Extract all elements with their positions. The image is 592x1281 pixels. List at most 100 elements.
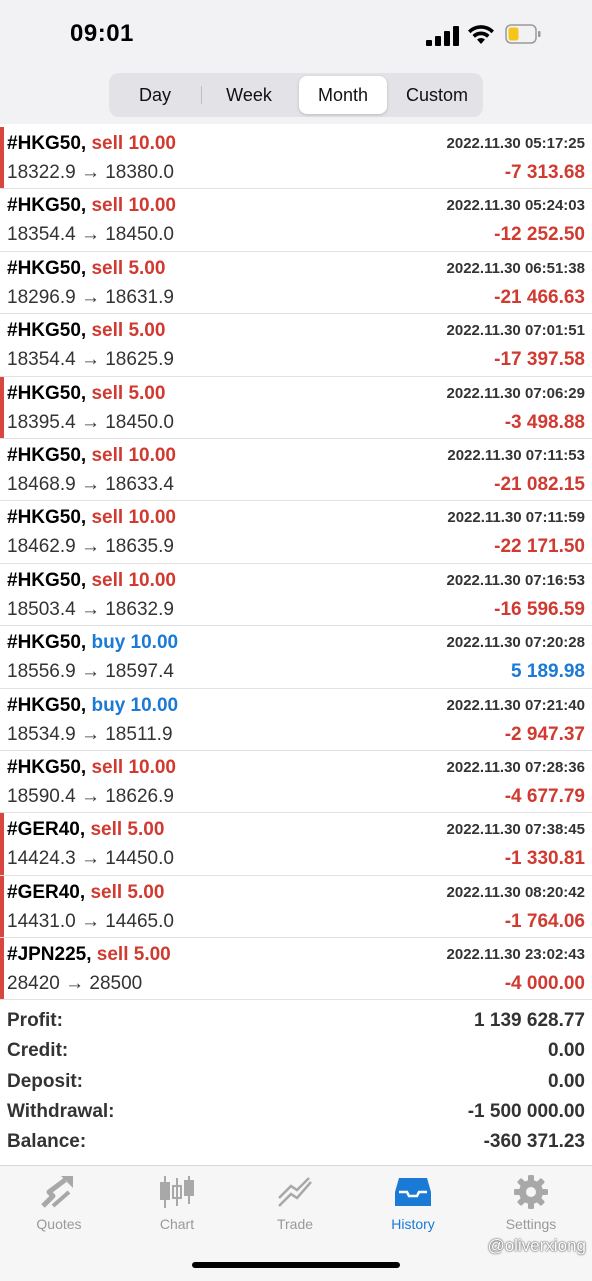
trade-symbol: #GER40, sell 5.00 (7, 819, 164, 841)
summary-label: Deposit: (7, 1070, 83, 1092)
symbol-label: #HKG50, (7, 257, 87, 279)
trade-prices: 18354.4 → 18625.9 (7, 349, 174, 371)
trade-prices: 18322.9 → 18380.0 (7, 162, 174, 183)
trade-profit: 5 189.98 (511, 661, 585, 683)
battery-icon (505, 24, 541, 44)
tab-week[interactable]: Week (205, 76, 293, 114)
period-selector-bar: Day Week Month Custom (0, 70, 592, 124)
symbol-label: #HKG50, (7, 133, 87, 154)
trade-symbol: #GER40, sell 5.00 (7, 882, 164, 904)
trade-datetime: 2022.11.30 08:20:42 (446, 883, 585, 901)
tab-month[interactable]: Month (299, 76, 387, 114)
trade-profit: -16 596.59 (494, 598, 585, 620)
trade-side: sell 10.00 (91, 444, 177, 466)
trade-datetime: 2022.11.30 07:28:36 (446, 758, 585, 776)
trade-side: sell 5.00 (91, 257, 166, 279)
wifi-icon (468, 25, 494, 44)
trade-row[interactable]: #HKG50, sell 10.00 2022.11.30 07:11:59 184… (0, 501, 592, 564)
trade-row[interactable]: #GER40, sell 5.00 2022.11.30 07:38:45 1442… (0, 813, 592, 876)
segment-divider (201, 86, 202, 104)
trade-row[interactable]: #HKG50, sell 10.00 2022.11.30 07:28:36 185… (0, 750, 592, 814)
trade-row[interactable]: #GER40, sell 5.00 2022.11.30 08:20:42 1443… (0, 875, 592, 939)
tab-custom[interactable]: Custom (393, 76, 481, 114)
trade-symbol: #HKG50, sell 10.00 (7, 757, 176, 779)
tab-settings-label: Settings (505, 1216, 557, 1232)
trade-profit: -2 947.37 (504, 723, 585, 745)
trade-datetime: 2022.11.30 07:11:59 (447, 509, 585, 527)
symbol-label: #HKG50, (7, 569, 87, 591)
trade-profit: -12 252.50 (494, 224, 585, 246)
trade-prices: 18395.4 → 18450.0 (7, 411, 174, 433)
symbol-label: #HKG50, (7, 195, 87, 217)
cellular-signal-icon (426, 26, 460, 46)
trade-row[interactable]: #HKG50, sell 5.00 2022.11.30 06:51:38 1829… (0, 251, 592, 315)
trade-prices: 18503.4 → 18632.9 (7, 598, 174, 620)
trade-symbol: #HKG50, sell 10.00 (7, 195, 176, 217)
trade-datetime: 2022.11.30 07:06:29 (446, 384, 585, 402)
tab-settings[interactable]: Settings (472, 1174, 590, 1244)
trade-datetime: 2022.11.30 07:21:40 (446, 696, 585, 714)
trade-row[interactable]: #HKG50, sell 10.00 2022.11.30 07:16:53 185… (0, 563, 592, 627)
symbol-label: #HKG50, (7, 632, 87, 654)
tab-quotes[interactable]: Quotes (0, 1174, 118, 1244)
trade-symbol: #HKG50, sell 5.00 (7, 320, 165, 342)
trade-datetime: 2022.11.30 07:11:53 (447, 446, 585, 464)
trade-row[interactable]: #HKG50, sell 10.00 2022.11.30 05:17:25 183… (0, 127, 592, 190)
symbol-label: #HKG50, (7, 382, 87, 404)
tab-day[interactable]: Day (113, 76, 197, 114)
trade-side: sell 5.00 (96, 944, 171, 966)
home-indicator[interactable] (192, 1262, 400, 1268)
watermark: @oliverxiong (487, 1236, 586, 1255)
summary-row: Balance: -360 371.23 (0, 1127, 592, 1157)
trade-symbol: #HKG50, buy 10.00 (7, 632, 178, 654)
trade-datetime: 2022.11.30 05:24:03 (446, 197, 585, 215)
trade-row[interactable]: #JPN225, sell 5.00 2022.11.30 23:02:43 284… (0, 938, 592, 1001)
trade-side: sell 10.00 (91, 133, 177, 154)
symbol-label: #HKG50, (7, 320, 87, 342)
summary-label: Credit: (7, 1040, 69, 1062)
tab-history[interactable]: History (354, 1174, 472, 1244)
trade-prices: 18296.9 → 18631.9 (7, 286, 174, 308)
symbol-label: #HKG50, (7, 756, 87, 778)
trade-row[interactable]: #HKG50, sell 10.00 2022.11.30 07:11:53 184… (0, 438, 592, 502)
trade-prices: 14431.0 → 14465.0 (7, 910, 174, 932)
tab-trade[interactable]: Trade (236, 1174, 354, 1244)
summary-row: Withdrawal: -1 500 000.00 (0, 1097, 592, 1127)
summary-value: -1 500 000.00 (467, 1100, 585, 1122)
account-summary: Profit: 1 139 628.77 Credit: 0.00 Deposit: 0.… (0, 1006, 592, 1157)
trade-symbol: #JPN225, sell 5.00 (7, 944, 171, 966)
trade-profit: -22 171.50 (494, 536, 585, 558)
symbol-label: #HKG50, (7, 507, 87, 529)
trade-profit: -21 466.63 (494, 286, 585, 308)
trade-symbol: #HKG50, buy 10.00 (7, 695, 178, 717)
tab-quotes-label: Quotes (36, 1216, 82, 1232)
trade-prices: 18462.9 → 18635.9 (7, 536, 174, 558)
trade-row[interactable]: #HKG50, sell 5.00 2022.11.30 07:01:51 1835… (0, 314, 592, 377)
trade-datetime: 2022.11.30 07:16:53 (446, 571, 585, 589)
trade-datetime: 2022.11.30 23:02:43 (446, 946, 585, 964)
trade-symbol: #HKG50, sell 5.00 (7, 383, 165, 405)
trade-prices: 28420 → 28500 (7, 973, 143, 995)
trade-profit: -4 677.79 (504, 785, 585, 807)
trade-symbol: #HKG50, sell 5.00 (7, 258, 165, 280)
tab-chart[interactable]: Chart (118, 1174, 236, 1244)
trade-row[interactable]: #HKG50, sell 5.00 2022.11.30 07:06:29 1839… (0, 376, 592, 439)
trade-prices: 18556.9 → 18597.4 (7, 661, 174, 683)
trade-side: buy 10.00 (91, 632, 179, 654)
trade-row[interactable]: #HKG50, sell 10.00 2022.11.30 05:24:03 183… (0, 189, 592, 252)
trade-symbol: #HKG50, sell 10.00 (7, 570, 176, 592)
symbol-label: #JPN225, (7, 944, 92, 966)
trade-datetime: 2022.11.30 07:38:45 (446, 821, 585, 839)
trade-side: sell 10.00 (91, 195, 177, 217)
trade-datetime: 2022.11.30 07:20:28 (446, 634, 585, 652)
chart-icon (160, 1176, 194, 1208)
summary-row: Credit: 0.00 (0, 1036, 592, 1066)
tab-history-label: History (391, 1216, 435, 1232)
summary-row: Profit: 1 139 628.77 (0, 1006, 592, 1036)
trade-side: buy 10.00 (91, 694, 179, 716)
trade-symbol: #HKG50, sell 10.00 (7, 133, 176, 155)
trade-history-list: #HKG50, sell 10.00 2022.11.30 05:17:25 183… (0, 127, 592, 1001)
trade-row[interactable]: #HKG50, buy 10.00 2022.11.30 07:20:28 1855… (0, 626, 592, 689)
trade-row[interactable]: #HKG50, buy 10.00 2022.11.30 07:21:40 1853… (0, 688, 592, 751)
summary-label: Withdrawal: (7, 1100, 115, 1122)
